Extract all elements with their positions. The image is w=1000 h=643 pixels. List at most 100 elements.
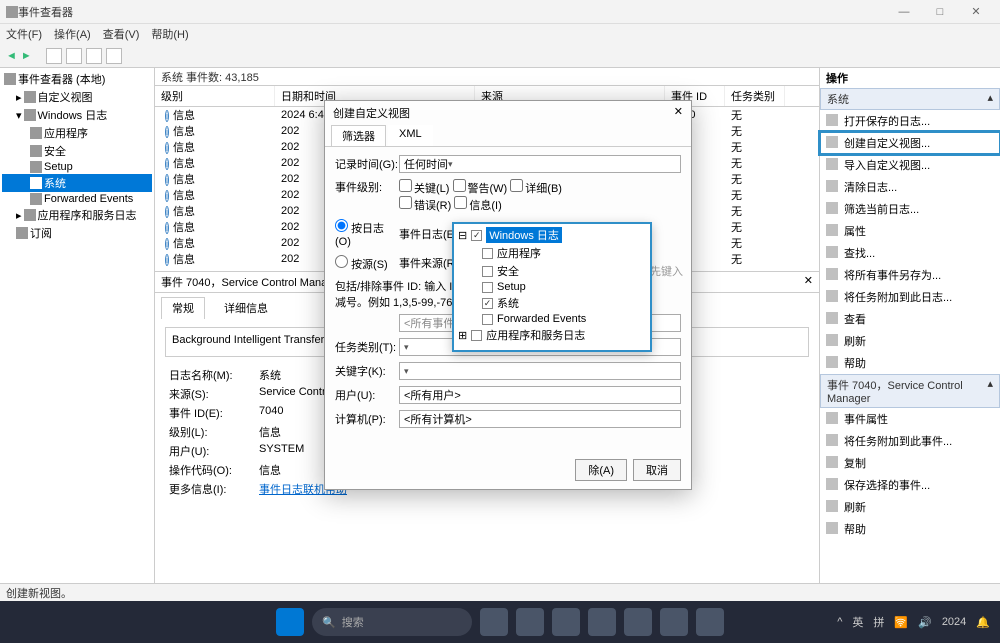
back-button[interactable]: ◄ [6,50,17,62]
action-refresh[interactable]: 刷新 [820,330,1000,352]
taskbar-app-6[interactable] [660,608,688,636]
dialog-tab-xml[interactable]: XML [388,125,433,146]
computer-label: 计算机(P): [335,411,399,427]
chk-warning[interactable]: 警告(W) [453,183,508,195]
prop-source-label: 来源(S): [169,386,259,402]
ime-lang[interactable]: 英 [852,614,863,630]
toolbar: ◄ ► [0,44,1000,68]
task-category-label: 任务类别(T): [335,339,399,355]
taskbar-app-3[interactable] [552,608,580,636]
action-help-event[interactable]: 帮助 [820,518,1000,540]
maximize-button[interactable]: □ [922,6,958,18]
taskbar-app-7[interactable] [696,608,724,636]
dd-security[interactable]: 安全 [456,262,648,280]
event-log-tree-dropdown[interactable]: ⊟✓Windows 日志 应用程序 安全 Setup ✓系统 Forwarded… [452,222,652,352]
taskbar-app-5[interactable] [624,608,652,636]
action-save-selected[interactable]: 保存选择的事件... [820,474,1000,496]
toolbar-btn-1[interactable] [46,48,62,64]
taskbar-search[interactable]: 🔍搜索 [312,608,472,636]
dd-windows-logs[interactable]: ⊟✓Windows 日志 [456,226,648,244]
tree-root[interactable]: 事件查看器 (本地) [2,70,152,88]
actions-heading: 操作 [820,68,1000,88]
action-event-properties[interactable]: 事件属性 [820,408,1000,430]
radio-by-log[interactable]: 按日志(O) [335,219,399,248]
radio-by-source[interactable]: 按源(S) [335,255,399,272]
volume-icon[interactable]: 🔊 [918,616,932,629]
tree-system[interactable]: 系统 [2,174,152,192]
dialog-close-button[interactable]: ✕ [674,105,683,121]
minimize-button[interactable]: — [886,6,922,18]
tree-application[interactable]: 应用程序 [2,124,152,142]
menu-action[interactable]: 操作(A) [54,26,91,42]
dialog-tab-filter[interactable]: 筛选器 [331,125,386,146]
toolbar-btn-4[interactable] [106,48,122,64]
dd-app-services[interactable]: ⊞应用程序和服务日志 [456,326,648,344]
tree-custom-views[interactable]: ▸ 自定义视图 [2,88,152,106]
action-refresh-event[interactable]: 刷新 [820,496,1000,518]
tree-security[interactable]: 安全 [2,142,152,160]
event-level-label: 事件级别: [335,179,399,195]
action-open-saved-log[interactable]: 打开保存的日志... [820,110,1000,132]
action-view[interactable]: 查看 [820,308,1000,330]
logged-dropdown[interactable]: 任何时间▾ [399,155,681,173]
center-heading: 系统 事件数: 43,185 [155,68,819,86]
tree-windows-logs[interactable]: ▾ Windows 日志 [2,106,152,124]
keywords-dropdown[interactable]: ▾ [399,362,681,380]
menu-help[interactable]: 帮助(H) [151,26,188,42]
action-attach-task-log[interactable]: 将任务附加到此日志... [820,286,1000,308]
log-icon [30,161,42,173]
prop-level-label: 级别(L): [169,424,259,440]
taskbar-app-4[interactable] [588,608,616,636]
tab-details[interactable]: 详细信息 [213,297,279,319]
menubar: 文件(F) 操作(A) 查看(V) 帮助(H) [0,24,1000,44]
folder-icon [24,91,36,103]
action-import-custom-view[interactable]: 导入自定义视图... [820,154,1000,176]
collapse-icon[interactable]: ▴ [987,377,993,405]
tab-general[interactable]: 常规 [161,297,205,319]
action-save-all-events[interactable]: 将所有事件另存为... [820,264,1000,286]
computer-input[interactable]: <所有计算机> [399,410,681,428]
taskbar-app-2[interactable] [516,608,544,636]
col-level[interactable]: 级别 [155,86,275,106]
action-properties[interactable]: 属性 [820,220,1000,242]
action-copy[interactable]: 复制 [820,452,1000,474]
wifi-icon[interactable]: 🛜 [894,616,908,629]
action-find[interactable]: 查找... [820,242,1000,264]
dd-application[interactable]: 应用程序 [456,244,648,262]
notification-icon[interactable]: 🔔 [976,616,990,629]
col-task[interactable]: 任务类别 [725,86,785,106]
chk-info[interactable]: 信息(I) [454,200,501,212]
action-attach-task-event[interactable]: 将任务附加到此事件... [820,430,1000,452]
toolbar-btn-3[interactable] [86,48,102,64]
chk-critical[interactable]: 关键(L) [399,183,449,195]
toolbar-btn-2[interactable] [66,48,82,64]
collapse-icon[interactable]: ▴ [987,91,993,107]
start-button[interactable] [276,608,304,636]
tray-chevron-icon[interactable]: ^ [837,616,842,628]
user-input[interactable]: <所有用户> [399,386,681,404]
chk-verbose[interactable]: 详细(B) [510,183,562,195]
dd-forwarded[interactable]: Forwarded Events [456,312,648,326]
action-clear-log[interactable]: 清除日志... [820,176,1000,198]
system-tray[interactable]: ^ 英 拼 🛜 🔊 2024 🔔 [837,614,990,630]
tree-app-services[interactable]: ▸ 应用程序和服务日志 [2,206,152,224]
tree-setup[interactable]: Setup [2,160,152,174]
action-help[interactable]: 帮助 [820,352,1000,374]
close-button[interactable]: ✕ [958,5,994,18]
action-filter-current-log[interactable]: 筛选当前日志... [820,198,1000,220]
dd-system[interactable]: ✓系统 [456,294,648,312]
action-create-custom-view[interactable]: 创建自定义视图... [820,132,1000,154]
clock-year[interactable]: 2024 [942,616,966,628]
taskbar-app-1[interactable] [480,608,508,636]
forward-button[interactable]: ► [21,50,32,62]
tree-forwarded[interactable]: Forwarded Events [2,192,152,206]
tree-subscriptions[interactable]: 订阅 [2,224,152,242]
clear-button[interactable]: 除(A) [575,459,627,481]
menu-view[interactable]: 查看(V) [103,26,140,42]
dd-setup[interactable]: Setup [456,280,648,294]
detail-close-button[interactable]: ✕ [804,274,813,290]
ime-mode[interactable]: 拼 [873,614,884,630]
menu-file[interactable]: 文件(F) [6,26,42,42]
cancel-button[interactable]: 取消 [633,459,681,481]
chk-error[interactable]: 错误(R) [399,200,451,212]
